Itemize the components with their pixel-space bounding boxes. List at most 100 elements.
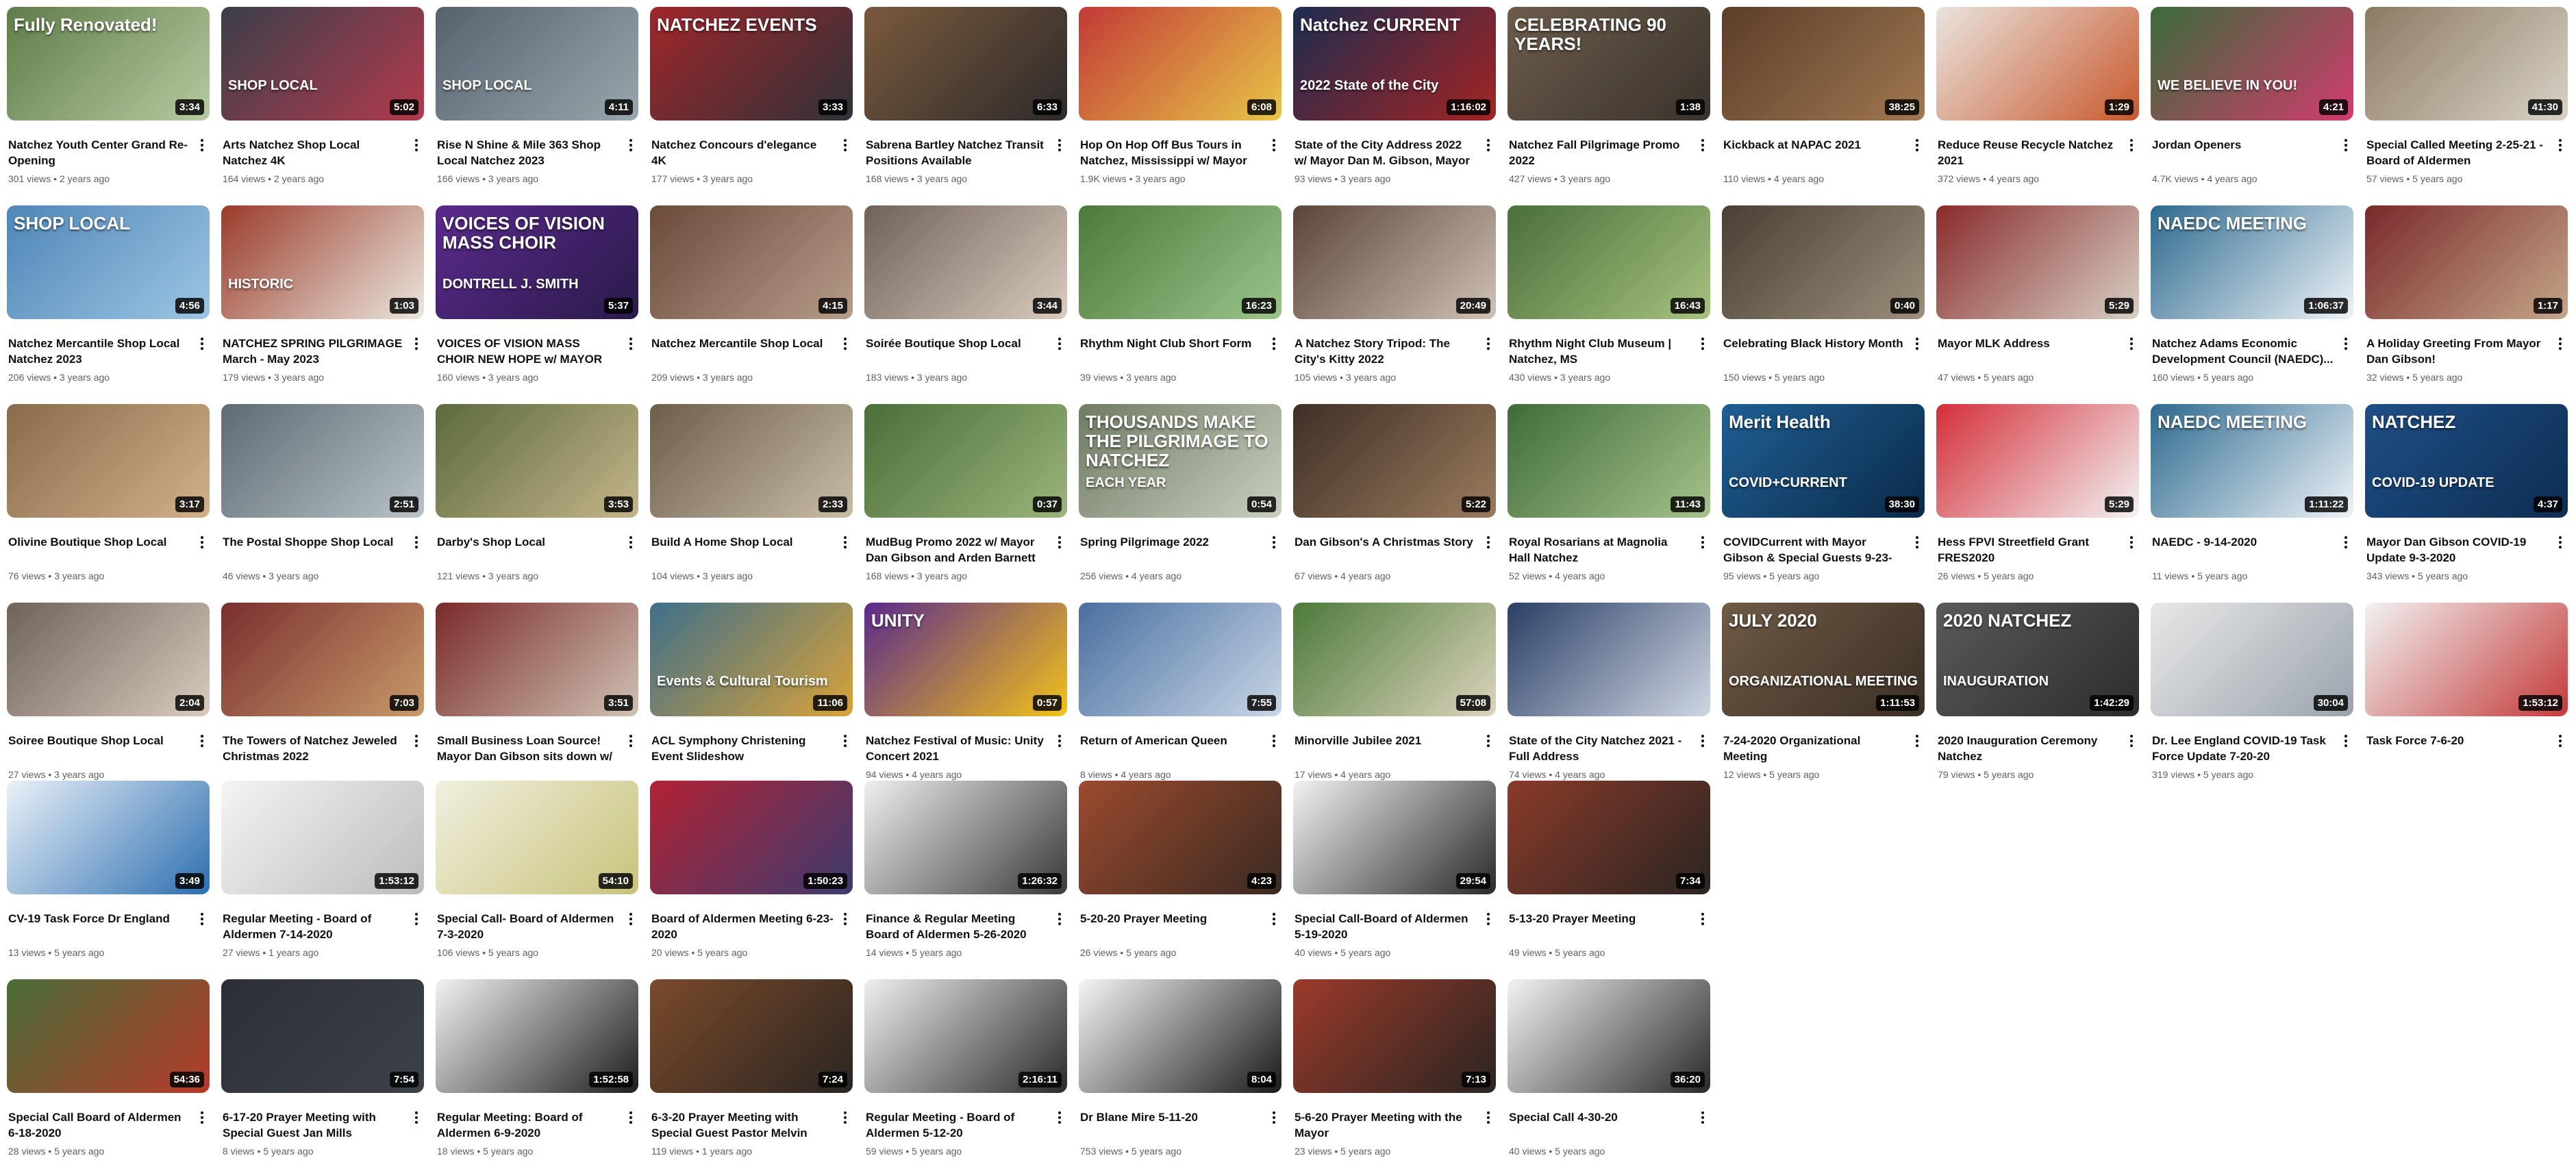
video-thumbnail[interactable]: VOICES OF VISION MASS CHOIR DONTRELL J. … [436, 205, 638, 319]
video-thumbnail[interactable]: 4:15 [650, 205, 853, 319]
video-title[interactable]: Royal Rosarians at Magnolia Hall Natchez [1509, 534, 1691, 566]
video-title[interactable]: Olivine Boutique Shop Local [8, 534, 190, 550]
more-options-icon[interactable] [2342, 336, 2349, 353]
video-card[interactable]: 2:33 Build A Home Shop Local 104 views •… [650, 404, 853, 596]
video-thumbnail[interactable] [1508, 603, 1710, 716]
video-title[interactable]: Finance & Regular Meeting Board of Alder… [866, 911, 1048, 942]
video-title[interactable]: The Towers of Natchez Jeweled Christmas … [223, 733, 405, 764]
more-options-icon[interactable] [2342, 733, 2349, 751]
video-thumbnail[interactable]: 16:43 [1508, 205, 1710, 319]
video-thumbnail[interactable]: Fully Renovated! 3:34 [7, 7, 210, 121]
more-options-icon[interactable] [413, 534, 420, 552]
video-title[interactable]: Special Called Meeting 2-25-21 - Board o… [2366, 137, 2549, 168]
video-card[interactable]: 2:16:11 Regular Meeting - Board of Alder… [864, 979, 1067, 1171]
video-card[interactable]: HISTORIC 1:03 NATCHEZ SPRING PILGRIMAGE … [221, 205, 424, 397]
video-thumbnail[interactable]: 5:22 [1293, 404, 1496, 518]
video-thumbnail[interactable]: 29:54 [1293, 781, 1496, 894]
video-title[interactable]: Reduce Reuse Recycle Natchez 2021 [1938, 137, 2120, 168]
video-title[interactable]: Natchez Youth Center Grand Re-Opening [8, 137, 190, 168]
video-title[interactable]: Mayor Dan Gibson COVID-19 Update 9-3-202… [2366, 534, 2549, 566]
video-card[interactable]: 7:55 Return of American Queen 8 views • … [1079, 603, 1281, 794]
video-thumbnail[interactable]: 1:50:23 [650, 781, 853, 894]
video-title[interactable]: Hess FPVI Streetfield Grant FRES2020 [1938, 534, 2120, 566]
video-title[interactable]: Natchez Mercantile Shop Local Natchez 20… [8, 336, 190, 367]
more-options-icon[interactable] [2128, 336, 2135, 353]
video-thumbnail[interactable]: 0:40 [1722, 205, 1925, 319]
video-title[interactable]: 6-17-20 Prayer Meeting with Special Gues… [223, 1109, 405, 1141]
video-thumbnail[interactable]: 5:29 [1936, 404, 2139, 518]
video-thumbnail[interactable]: 5:29 [1936, 205, 2139, 319]
video-card[interactable]: 57:08 Minorville Jubilee 2021 17 views •… [1293, 603, 1496, 794]
video-title[interactable]: Dan Gibson's A Christmas Story [1295, 534, 1477, 550]
video-card[interactable]: 16:43 Rhythm Night Club Museum | Natchez… [1508, 205, 1710, 397]
video-thumbnail[interactable]: 3:53 [436, 404, 638, 518]
more-options-icon[interactable] [413, 733, 420, 751]
video-card[interactable]: 1:26:32 Finance & Regular Meeting Board … [864, 781, 1067, 972]
video-thumbnail[interactable]: 2:51 [221, 404, 424, 518]
video-thumbnail[interactable]: 7:34 [1508, 781, 1710, 894]
video-title[interactable]: Board of Aldermen Meeting 6-23-2020 [651, 911, 834, 942]
video-card[interactable]: NATCHEZ COVID-19 UPDATE 4:37 Mayor Dan G… [2365, 404, 2568, 596]
video-thumbnail[interactable]: 8:04 [1079, 979, 1281, 1093]
video-thumbnail[interactable]: HISTORIC 1:03 [221, 205, 424, 319]
video-title[interactable]: Hop On Hop Off Bus Tours in Natchez, Mis… [1080, 137, 1262, 168]
more-options-icon[interactable] [1271, 911, 1277, 929]
more-options-icon[interactable] [199, 911, 205, 929]
more-options-icon[interactable] [842, 1109, 849, 1127]
video-title[interactable]: Natchez Adams Economic Development Counc… [2152, 336, 2334, 367]
video-thumbnail[interactable]: JULY 2020 ORGANIZATIONAL MEETING 1:11:53 [1722, 603, 1925, 716]
video-card[interactable]: 1:29 Reduce Reuse Recycle Natchez 2021 3… [1936, 7, 2139, 199]
video-thumbnail[interactable]: 3:44 [864, 205, 1067, 319]
video-title[interactable]: The Postal Shoppe Shop Local [223, 534, 405, 550]
more-options-icon[interactable] [1056, 911, 1063, 929]
video-card[interactable]: 6:08 Hop On Hop Off Bus Tours in Natchez… [1079, 7, 1281, 199]
video-title[interactable]: Natchez Fall Pilgrimage Promo 2022 [1509, 137, 1691, 168]
video-title[interactable]: Natchez Festival of Music: Unity Concert… [866, 733, 1048, 764]
video-card[interactable]: 20:49 A Natchez Story Tripod: The City's… [1293, 205, 1496, 397]
more-options-icon[interactable] [1271, 336, 1277, 353]
video-card[interactable]: 29:54 Special Call-Board of Aldermen 5-1… [1293, 781, 1496, 972]
video-title[interactable]: Regular Meeting: Board of Aldermen 6-9-2… [437, 1109, 619, 1141]
video-thumbnail[interactable]: 7:13 [1293, 979, 1496, 1093]
video-thumbnail[interactable]: 1:29 [1936, 7, 2139, 121]
more-options-icon[interactable] [1914, 137, 1921, 155]
more-options-icon[interactable] [199, 1109, 205, 1127]
more-options-icon[interactable] [2128, 733, 2135, 751]
video-card[interactable]: SHOP LOCAL 4:11 Rise N Shine & Mile 363 … [436, 7, 638, 199]
video-title[interactable]: 6-3-20 Prayer Meeting with Special Guest… [651, 1109, 834, 1141]
more-options-icon[interactable] [627, 911, 634, 929]
video-title[interactable]: Darby's Shop Local [437, 534, 619, 550]
more-options-icon[interactable] [1699, 733, 1706, 751]
video-thumbnail[interactable]: THOUSANDS MAKE THE PILGRIMAGE TO NATCHEZ… [1079, 404, 1281, 518]
video-title[interactable]: 7-24-2020 Organizational Meeting [1723, 733, 1905, 764]
more-options-icon[interactable] [2557, 733, 2564, 751]
video-card[interactable]: 4:15 Natchez Mercantile Shop Local 209 v… [650, 205, 853, 397]
video-thumbnail[interactable]: SHOP LOCAL 4:11 [436, 7, 638, 121]
more-options-icon[interactable] [1914, 336, 1921, 353]
video-thumbnail[interactable]: 6:33 [864, 7, 1067, 121]
more-options-icon[interactable] [1271, 534, 1277, 552]
video-card[interactable]: NATCHEZ EVENTS 3:33 Natchez Concours d'e… [650, 7, 853, 199]
video-title[interactable]: Regular Meeting - Board of Aldermen 7-14… [223, 911, 405, 942]
video-title[interactable]: Dr Blane Mire 5-11-20 [1080, 1109, 1262, 1125]
video-title[interactable]: VOICES OF VISION MASS CHOIR NEW HOPE w/ … [437, 336, 619, 367]
video-card[interactable]: Merit Health COVID+CURRENT 38:30 COVIDCu… [1722, 404, 1925, 596]
more-options-icon[interactable] [842, 911, 849, 929]
video-title[interactable]: Return of American Queen [1080, 733, 1262, 748]
video-title[interactable]: Celebrating Black History Month [1723, 336, 1905, 351]
video-card[interactable]: VOICES OF VISION MASS CHOIR DONTRELL J. … [436, 205, 638, 397]
more-options-icon[interactable] [1914, 534, 1921, 552]
video-title[interactable]: A Natchez Story Tripod: The City's Kitty… [1295, 336, 1477, 367]
video-card[interactable]: 54:36 Special Call Board of Aldermen 6-1… [7, 979, 210, 1171]
video-card[interactable]: State of the City Natchez 2021 - Full Ad… [1508, 603, 1710, 794]
more-options-icon[interactable] [1699, 336, 1706, 353]
video-card[interactable]: 7:03 The Towers of Natchez Jeweled Chris… [221, 603, 424, 794]
video-card[interactable]: 4:23 5-20-20 Prayer Meeting 26 views • 5… [1079, 781, 1281, 972]
video-card[interactable]: WE BELIEVE IN YOU! 4:21 Jordan Openers 4… [2151, 7, 2353, 199]
video-card[interactable]: 0:40 Celebrating Black History Month 150… [1722, 205, 1925, 397]
more-options-icon[interactable] [199, 336, 205, 353]
more-options-icon[interactable] [413, 137, 420, 155]
video-title[interactable]: Rhythm Night Club Museum | Natchez, MS [1509, 336, 1691, 367]
video-thumbnail[interactable]: 20:49 [1293, 205, 1496, 319]
video-title[interactable]: A Holiday Greeting From Mayor Dan Gibson… [2366, 336, 2549, 367]
